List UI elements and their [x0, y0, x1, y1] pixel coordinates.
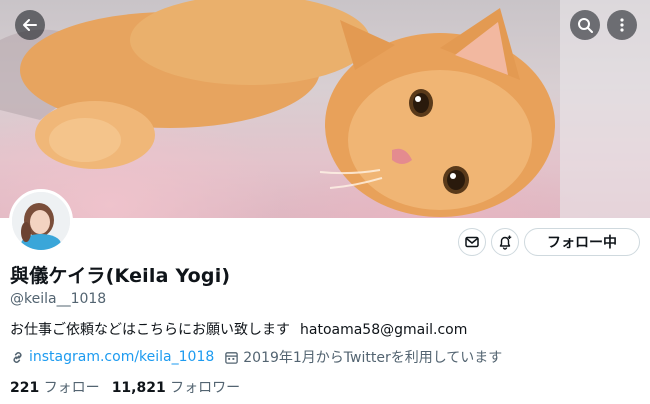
following-link[interactable]: 221 フォロー [10, 380, 100, 396]
profile-meta: instagram.com/keila_1018 2019年1月からTwitte… [10, 347, 502, 367]
calendar-icon [225, 351, 239, 364]
search-icon [578, 18, 593, 33]
bio-email: hatoama58@gmail.com [300, 322, 468, 338]
profile-banner[interactable] [0, 0, 650, 218]
following-label: フォロー [43, 380, 100, 396]
follow-stats: 221 フォロー 11,821 フォロワー [10, 377, 240, 397]
search-button[interactable] [570, 10, 600, 40]
followers-count: 11,821 [111, 380, 166, 396]
arrow-left-icon [23, 19, 37, 31]
display-name: 與儀ケイラ(Keila Yogi) [10, 265, 231, 287]
joined-date: 2019年1月からTwitterを利用しています [243, 350, 503, 366]
followers-label: フォロワー [170, 380, 241, 396]
profile-website-link[interactable]: instagram.com/keila_1018 [29, 349, 214, 365]
message-button[interactable] [458, 228, 486, 256]
notify-button[interactable] [491, 228, 519, 256]
banner-cat-image [0, 0, 650, 218]
following-button[interactable]: フォロー中 [524, 228, 640, 256]
followers-link[interactable]: 11,821 フォロワー [112, 380, 240, 396]
following-count: 221 [10, 380, 40, 396]
mail-icon [465, 236, 479, 248]
more-button[interactable] [607, 10, 637, 40]
more-vertical-icon [620, 18, 624, 32]
bell-plus-icon [499, 235, 512, 250]
back-button[interactable] [15, 10, 45, 40]
user-handle: @keila__1018 [10, 291, 107, 307]
avatar[interactable] [9, 189, 73, 253]
link-icon [13, 351, 22, 363]
bio-text: お仕事ご依頼などはこちらにお願い致します [10, 322, 290, 338]
avatar-photo [12, 192, 70, 250]
profile-bio: お仕事ご依頼などはこちらにお願い致します hatoama58@gmail.com [10, 319, 467, 339]
